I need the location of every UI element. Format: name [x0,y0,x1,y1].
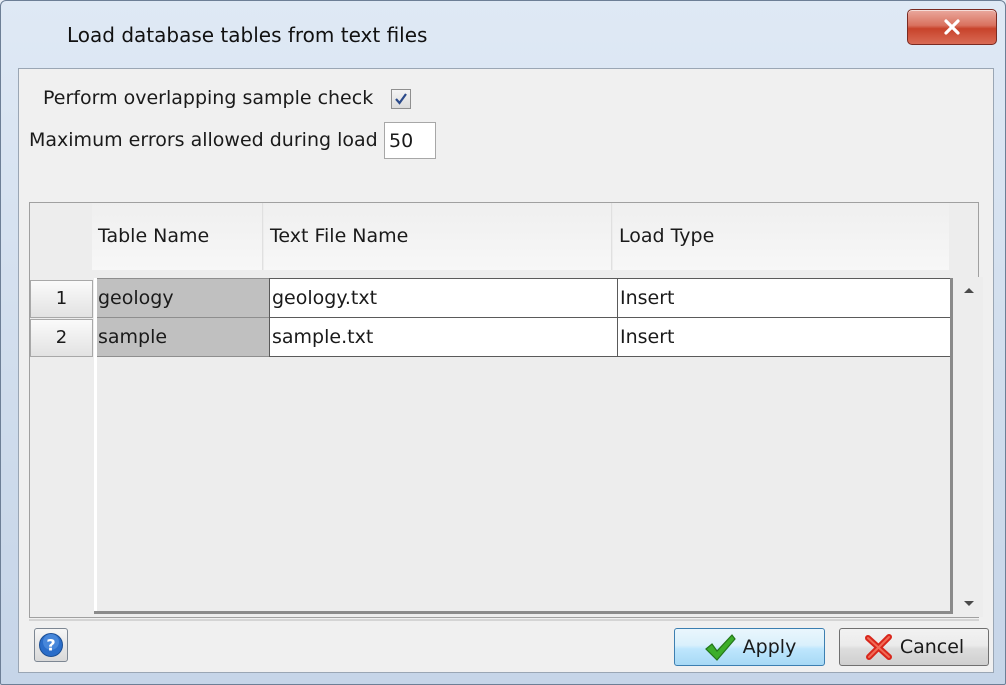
cell-table-name[interactable]: geology [95,278,270,318]
grid-body-bottom-edge [94,611,952,614]
row-number-1[interactable]: 1 [30,280,93,318]
overlap-check-label: Perform overlapping sample check [43,87,374,109]
title-bar[interactable]: Load database tables from text files [1,1,1005,63]
column-header-label: Table Name [98,225,210,247]
footer-divider [29,619,979,621]
max-errors-label: Maximum errors allowed during load [29,129,378,151]
load-table-grid: Table Name Text File Name Load Type 1 ge… [29,202,979,618]
checkmark-icon [704,634,736,661]
grid-body-right-edge [950,278,953,614]
cell-text-file-name[interactable]: sample.txt [269,317,618,357]
column-header-table-name[interactable]: Table Name [92,203,263,270]
column-header-load-type[interactable]: Load Type [613,203,949,270]
cancel-button[interactable]: Cancel [839,628,989,666]
cancel-button-label: Cancel [899,636,965,658]
help-icon: ? [39,633,63,657]
vertical-scrollbar[interactable] [955,277,983,617]
help-button[interactable]: ? [34,628,68,662]
svg-text:?: ? [46,636,55,655]
cell-load-type[interactable]: Insert [617,317,953,357]
cell-load-type[interactable]: Insert [617,278,953,318]
dialog-client-area: Perform overlapping sample check Maximum… [18,68,994,673]
arrow-up-icon [964,288,974,293]
cell-table-name[interactable]: sample [95,317,270,357]
column-header-text-file-name[interactable]: Text File Name [264,203,612,270]
scroll-up-button[interactable] [955,277,983,303]
close-button[interactable] [907,9,997,45]
scroll-down-button[interactable] [955,591,983,617]
apply-button-label: Apply [742,636,797,658]
dialog-window: Load database tables from text files Per… [0,0,1006,685]
overlap-check-checkbox[interactable] [391,89,411,109]
max-errors-input[interactable] [384,122,436,159]
checkmark-icon [395,93,407,105]
close-icon [944,19,960,35]
cell-text-file-name[interactable]: geology.txt [269,278,618,318]
grid-body-edge [94,278,97,614]
arrow-down-icon [964,601,974,606]
column-header-label: Load Type [619,225,715,247]
red-x-icon [864,634,892,660]
column-header-label: Text File Name [270,225,409,247]
window-title: Load database tables from text files [67,23,428,47]
apply-button[interactable]: Apply [674,628,825,666]
row-number-2[interactable]: 2 [30,319,93,357]
